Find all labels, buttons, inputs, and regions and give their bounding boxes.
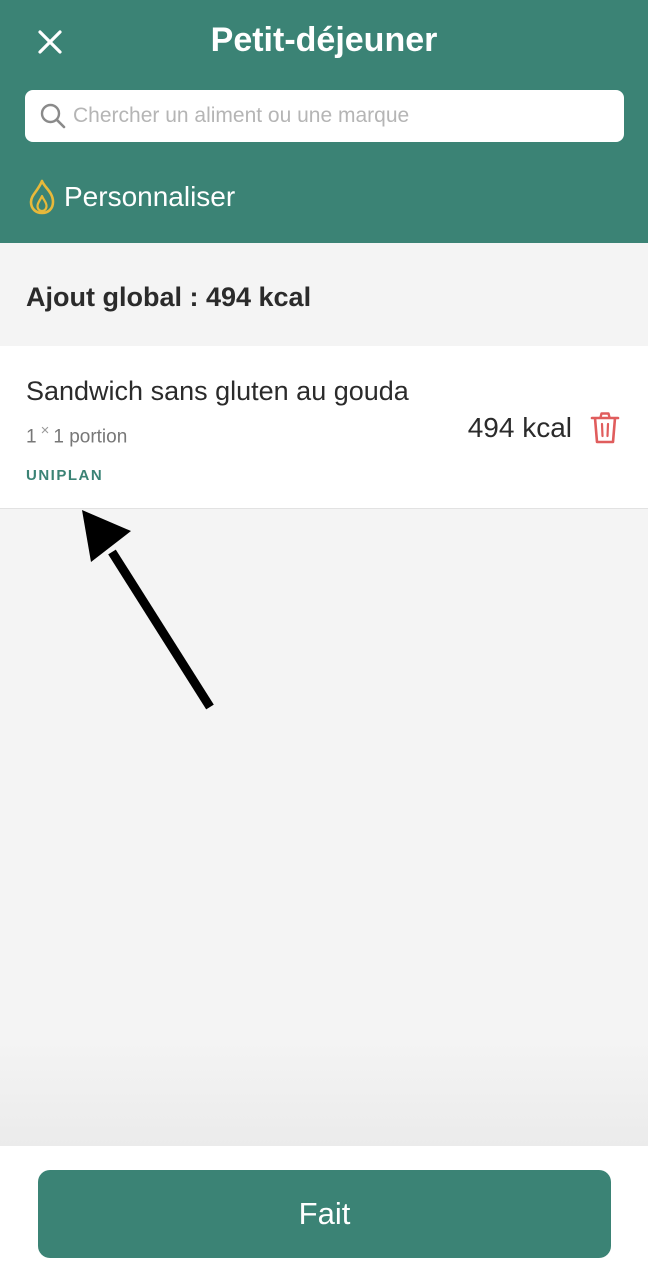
page-title: Petit-déjeuner — [210, 21, 438, 59]
portion-label: 1 portion — [53, 426, 128, 448]
header-bar: Petit-déjeuner Personnaliser — [0, 0, 648, 243]
total-summary: Ajout global : 494 kcal — [26, 282, 312, 312]
food-quantity: 1 — [26, 426, 37, 448]
bottom-fade — [0, 1040, 648, 1146]
customize-label: Personnaliser — [64, 181, 236, 212]
delete-button[interactable] — [588, 410, 622, 446]
food-brand: UNIPLAN — [26, 467, 104, 484]
search-icon — [39, 101, 69, 131]
multiply-icon: × — [40, 422, 50, 439]
search-input[interactable] — [73, 96, 593, 136]
food-portion: 1 × 1 portion — [26, 422, 127, 448]
done-button[interactable]: Fait — [38, 1170, 611, 1258]
search-field[interactable] — [25, 90, 624, 142]
flame-icon — [28, 178, 58, 216]
trash-icon[interactable] — [590, 411, 620, 445]
food-kcal: 494 kcal — [467, 412, 572, 443]
customize-button[interactable]: Personnaliser — [28, 176, 235, 218]
close-icon[interactable] — [37, 29, 63, 55]
close-button[interactable] — [30, 22, 70, 62]
food-item[interactable]: Sandwich sans gluten au gouda 1 × 1 portio… — [0, 346, 648, 509]
food-name: Sandwich sans gluten au gouda — [26, 376, 409, 406]
